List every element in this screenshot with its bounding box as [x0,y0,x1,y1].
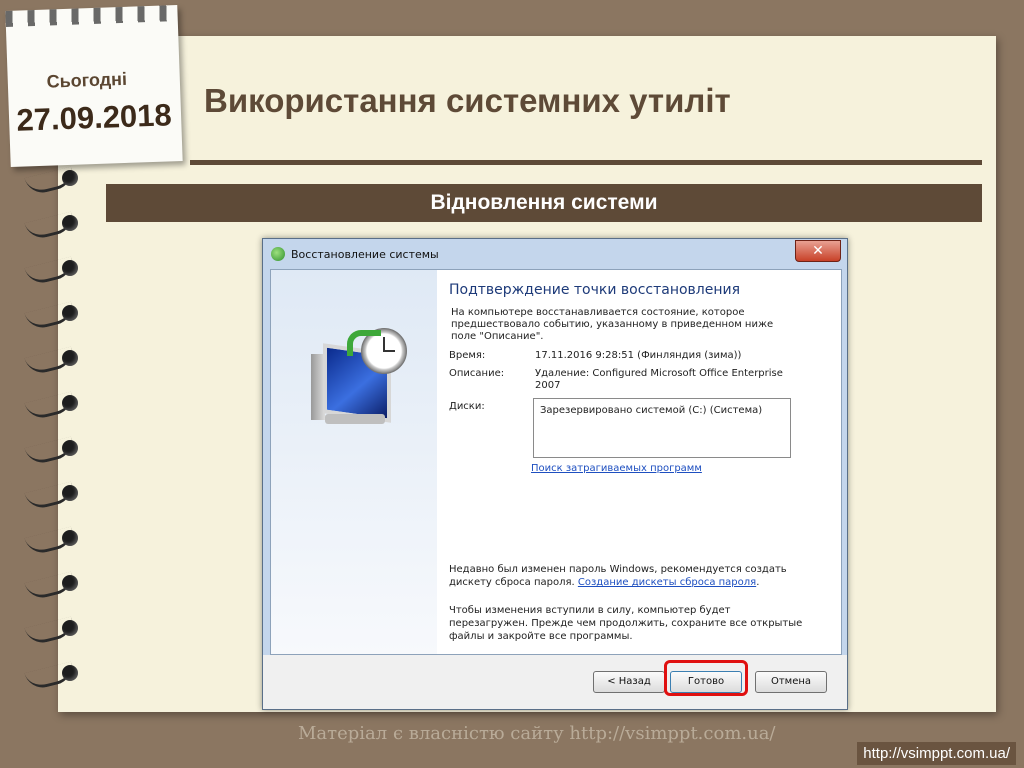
dialog-body: Подтверждение точки восстановления На ко… [270,269,842,655]
close-button[interactable]: ✕ [795,240,841,262]
spiral-ring [22,481,84,512]
finish-button-highlight [664,660,748,696]
restore-arrow-icon [347,330,381,356]
spiral-ring [22,301,84,332]
dialog-title: Восстановление системы [291,248,439,261]
system-restore-dialog: Восстановление системы ✕ Подтверждение т… [262,238,848,710]
scan-affected-programs-link[interactable]: Поиск затрагиваемых программ [531,463,702,474]
spiral-ring [22,526,84,557]
disks-list[interactable]: Зарезервировано системой (C:) (Система) [533,398,791,458]
description-label: Описание: [449,368,505,379]
password-note: Недавно был изменен пароль Windows, реко… [449,563,809,589]
back-button[interactable]: < Назад [593,671,665,693]
dialog-titlebar[interactable]: Восстановление системы ✕ [263,239,847,269]
dialog-heading: Подтверждение точки восстановления [449,282,741,298]
disks-label: Диски: [449,401,485,412]
date-note: Сьогодні 27.09.2018 [5,5,183,167]
dialog-sidebar [271,270,437,654]
slide-subtitle: Відновлення системи [106,184,982,222]
note-binding [5,5,178,28]
dialog-content: Подтверждение точки восстановления На ко… [447,270,837,654]
spiral-ring [22,616,84,647]
dialog-description: На компьютере восстанавливается состояни… [451,307,774,342]
password-note-end: . [756,577,760,588]
spiral-ring [22,346,84,377]
restore-monitor-icon [311,328,411,428]
time-value: 17.11.2016 9:28:51 (Финляндия (зима)) [535,350,742,361]
description-value: Удаление: Configured Microsoft Office En… [535,368,783,391]
system-restore-icon [271,247,285,261]
spiral-ring [22,166,84,197]
spiral-ring [22,436,84,467]
slide-date: 27.09.2018 [15,97,173,138]
dialog-footer: < Назад Готово Отмена [263,655,847,709]
time-label: Время: [449,350,486,361]
watermark-text: Матеріал є власністю сайту http://vsimpp… [298,723,776,744]
spiral-ring [22,256,84,287]
spiral-ring [22,661,84,692]
site-url[interactable]: http://vsimppt.com.ua/ [857,742,1016,765]
title-divider [190,160,982,165]
restart-note: Чтобы изменения вступили в силу, компьют… [449,605,803,642]
spiral-ring [22,571,84,602]
today-label: Сьогодні [46,68,128,92]
spiral-ring [22,391,84,422]
spiral-ring [22,211,84,242]
slide-title: Використання системних утиліт [204,82,731,119]
create-reset-disk-link[interactable]: Создание дискеты сброса пароля [578,577,756,588]
cancel-button[interactable]: Отмена [755,671,827,693]
disk-item[interactable]: Зарезервировано системой (C:) (Система) [540,405,762,416]
